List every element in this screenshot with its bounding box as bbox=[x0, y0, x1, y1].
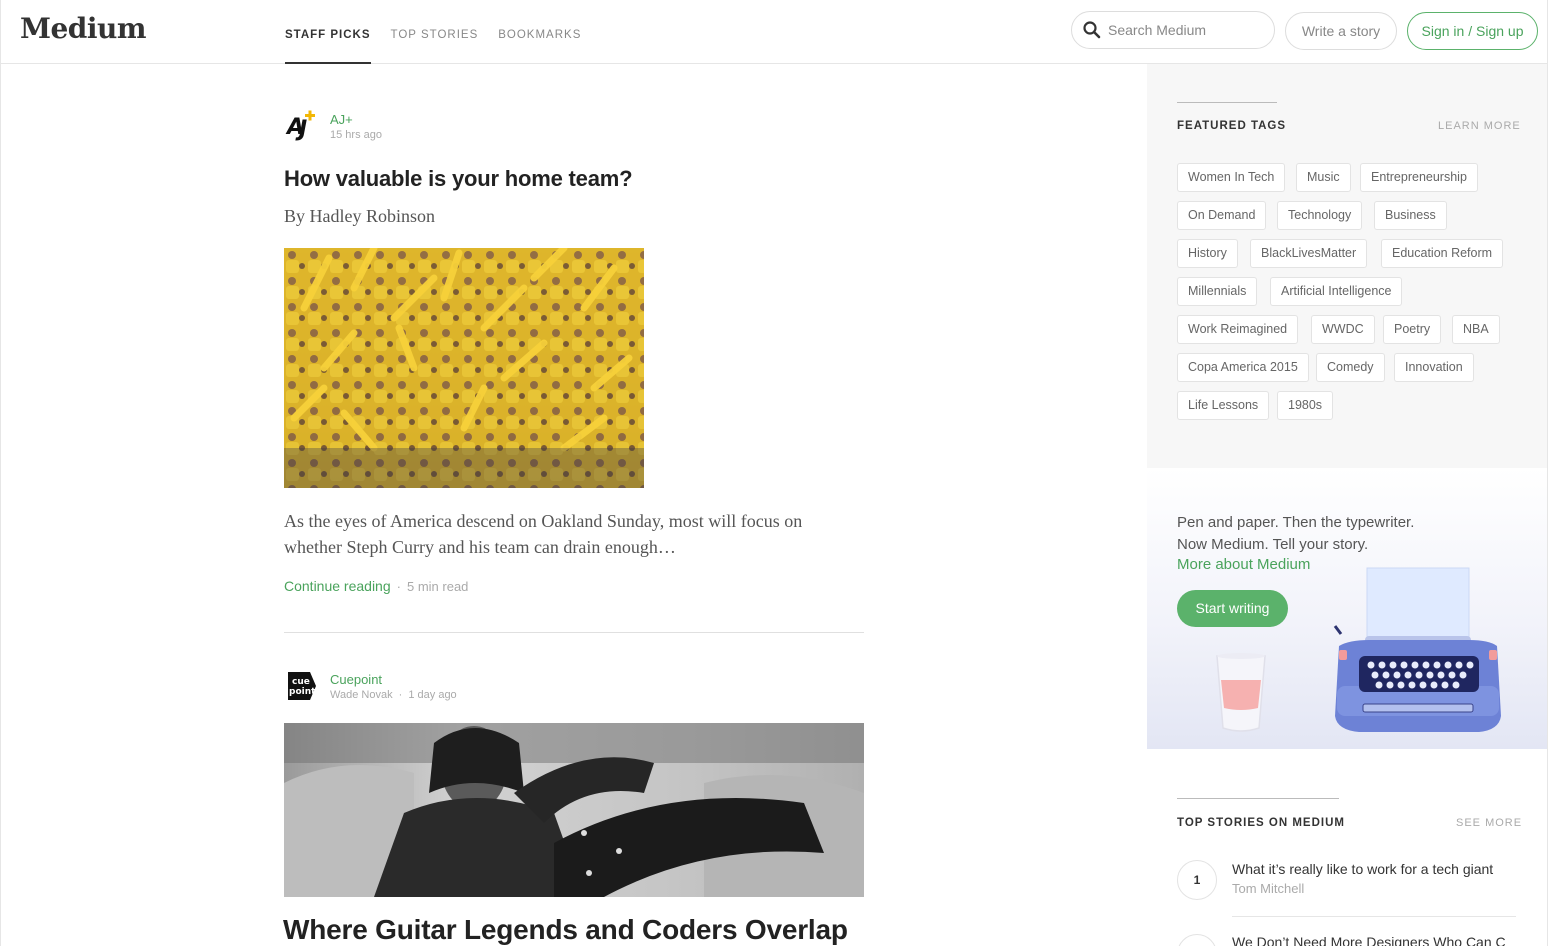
tag-work-reimagined[interactable]: Work Reimagined bbox=[1177, 315, 1299, 344]
tag-entrepreneurship[interactable]: Entrepreneurship bbox=[1360, 163, 1478, 192]
more-about-medium-link[interactable]: More about Medium bbox=[1177, 556, 1310, 573]
story-rank: 2 bbox=[1177, 934, 1217, 946]
glass-illustration bbox=[1216, 653, 1266, 732]
publication-name[interactable]: AJ+ bbox=[330, 112, 382, 127]
top-story-title[interactable]: We Don’t Need More Designers Who Can C bbox=[1232, 934, 1506, 946]
svg-text:cue: cue bbox=[292, 677, 310, 687]
tag-copa-america[interactable]: Copa America 2015 bbox=[1177, 353, 1309, 382]
start-writing-button[interactable]: Start writing bbox=[1177, 590, 1288, 627]
meta-separator: · bbox=[398, 688, 403, 701]
post-time: 15 hrs ago bbox=[330, 128, 382, 141]
section-rule bbox=[1177, 102, 1277, 103]
tag-business[interactable]: Business bbox=[1374, 201, 1447, 230]
ajplus-logo-icon: A J bbox=[285, 110, 315, 142]
story-rank: 1 bbox=[1177, 860, 1217, 900]
medium-logo[interactable]: Medium bbox=[20, 12, 147, 45]
publication-name[interactable]: Cuepoint bbox=[330, 672, 457, 687]
tab-top-stories[interactable]: TOP STORIES bbox=[391, 0, 479, 64]
post-card: cue point Cuepoint Wade Novak · 1 day ag… bbox=[284, 668, 864, 704]
post-meta: cue point Cuepoint Wade Novak · 1 day ag… bbox=[284, 668, 864, 704]
tag-history[interactable]: History bbox=[1177, 239, 1238, 268]
tab-bookmarks[interactable]: BOOKMARKS bbox=[498, 0, 581, 64]
tag-music[interactable]: Music bbox=[1296, 163, 1351, 192]
tag-technology[interactable]: Technology bbox=[1277, 201, 1363, 230]
learn-more-link[interactable]: LEARN MORE bbox=[1438, 120, 1521, 132]
post-title[interactable]: Where Guitar Legends and Coders Overlap bbox=[283, 914, 848, 946]
svg-text:point: point bbox=[289, 687, 316, 697]
post-divider bbox=[284, 632, 864, 633]
tag-on-demand[interactable]: On Demand bbox=[1177, 201, 1267, 230]
see-more-link[interactable]: SEE MORE bbox=[1456, 817, 1522, 829]
tag-wwdc[interactable]: WWDC bbox=[1311, 315, 1375, 344]
tag-innovation[interactable]: Innovation bbox=[1394, 353, 1474, 382]
tab-staff-picks[interactable]: STAFF PICKS bbox=[285, 0, 371, 64]
top-story-title[interactable]: What it’s really like to work for a tech… bbox=[1232, 861, 1493, 877]
tag-life-lessons[interactable]: Life Lessons bbox=[1177, 391, 1270, 420]
promo-text: Pen and paper. Then the typewriter. Now … bbox=[1177, 514, 1415, 553]
section-rule bbox=[1177, 798, 1339, 799]
story-divider bbox=[1232, 916, 1516, 917]
read-time: 5 min read bbox=[406, 578, 469, 594]
post-byline: By Hadley Robinson bbox=[284, 206, 435, 226]
tag-nba[interactable]: NBA bbox=[1452, 315, 1500, 344]
tag-women-in-tech[interactable]: Women In Tech bbox=[1177, 163, 1286, 192]
meta-separator: · bbox=[396, 578, 401, 594]
nav-tabs: STAFF PICKS TOP STORIES BOOKMARKS bbox=[285, 0, 601, 64]
tag-artificial-intelligence[interactable]: Artificial Intelligence bbox=[1270, 277, 1403, 306]
ajplus-avatar[interactable]: A J bbox=[284, 108, 320, 144]
top-story-author[interactable]: Tom Mitchell bbox=[1232, 881, 1304, 896]
post-title[interactable]: How valuable is your home team? bbox=[284, 166, 864, 192]
tag-1980s[interactable]: 1980s bbox=[1277, 391, 1334, 420]
continue-reading-link[interactable]: Continue reading bbox=[284, 578, 391, 594]
post-meta-line: Wade Novak · 1 day ago bbox=[330, 689, 457, 701]
post-time: 1 day ago bbox=[408, 688, 457, 701]
post-author[interactable]: Wade Novak bbox=[330, 689, 393, 701]
cuepoint-logo-icon: cue point bbox=[288, 672, 316, 700]
post-image-guitarist[interactable] bbox=[284, 723, 864, 897]
tag-education-reform[interactable]: Education Reform bbox=[1381, 239, 1504, 268]
search-input[interactable] bbox=[1108, 22, 1268, 38]
top-header: Medium STAFF PICKS TOP STORIES BOOKMARKS… bbox=[0, 0, 1548, 64]
sign-in-button[interactable]: Sign in / Sign up bbox=[1407, 12, 1538, 50]
write-promo: Pen and paper. Then the typewriter. Now … bbox=[1147, 468, 1547, 749]
tag-comedy[interactable]: Comedy bbox=[1316, 353, 1385, 382]
top-stories-title: TOP STORIES ON MEDIUM bbox=[1177, 817, 1345, 829]
tag-millennials[interactable]: Millennials bbox=[1177, 277, 1258, 306]
search-box[interactable] bbox=[1071, 11, 1275, 49]
tag-poetry[interactable]: Poetry bbox=[1383, 315, 1442, 344]
write-story-button[interactable]: Write a story bbox=[1285, 12, 1397, 50]
post-excerpt[interactable]: As the eyes of America descend on Oaklan… bbox=[284, 508, 844, 560]
post-footer: Continue reading · 5 min read bbox=[284, 578, 468, 594]
search-icon bbox=[1083, 21, 1101, 39]
cuepoint-avatar[interactable]: cue point bbox=[284, 668, 320, 704]
post-meta: A J AJ+ 15 hrs ago bbox=[284, 108, 864, 144]
post-image-crowd[interactable] bbox=[284, 248, 644, 488]
typewriter-illustration bbox=[1333, 567, 1501, 732]
post-card: A J AJ+ 15 hrs ago How valuable is your … bbox=[284, 108, 864, 227]
tag-blacklivesmatter[interactable]: BlackLivesMatter bbox=[1250, 239, 1368, 268]
page-border-left bbox=[0, 0, 1, 946]
featured-tags-title: FEATURED TAGS bbox=[1177, 120, 1287, 132]
